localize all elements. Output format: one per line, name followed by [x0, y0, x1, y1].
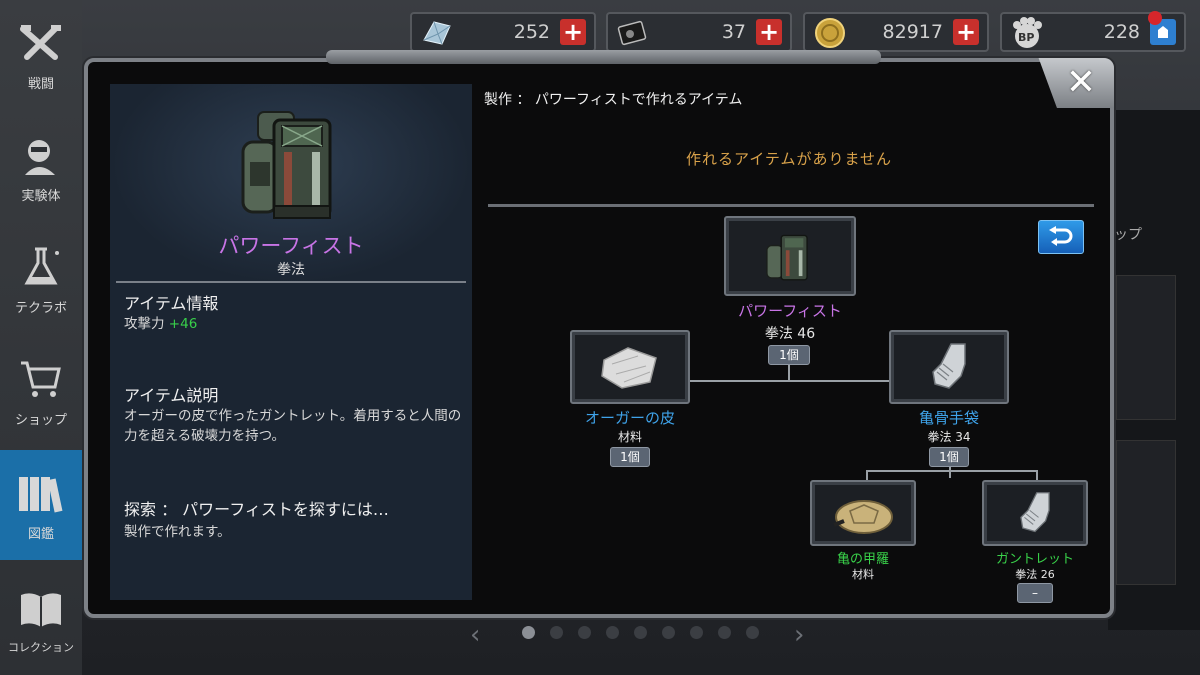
item-description-title: アイテム説明	[124, 386, 219, 405]
next-page-arrow[interactable]: ›	[794, 620, 804, 650]
currency-amount: 252	[513, 21, 550, 43]
currency-crystal: 252 +	[410, 12, 596, 52]
tree-node-ogre-hide[interactable]	[570, 330, 690, 404]
item-description: オーガーの皮で作ったガントレット。着用すると人間の力を超える破壊力を持つ。	[124, 408, 462, 444]
item-info-title: アイテム情報	[124, 294, 219, 313]
crossed-guns-icon	[17, 19, 65, 67]
tree-node-turtle-shell[interactable]	[810, 480, 916, 546]
prev-page-arrow[interactable]: ‹	[470, 620, 480, 650]
page-dot[interactable]	[662, 626, 675, 639]
tree-connector	[689, 380, 889, 382]
tree-node-sub: 拳法 34	[927, 430, 971, 444]
detail-divider	[116, 281, 466, 283]
craft-divider	[488, 204, 1094, 207]
tree-node-sub: 拳法 46	[764, 326, 816, 342]
nav-label: 戦闘	[27, 76, 54, 92]
add-card-button[interactable]: +	[756, 19, 782, 45]
tree-node-turtle-glove[interactable]	[889, 330, 1009, 404]
tree-connector	[866, 470, 1036, 472]
quantity-badge: 1個	[610, 447, 650, 467]
crystal-icon	[420, 16, 454, 50]
nav-label: ショップ	[14, 412, 67, 428]
currency-amount: 228	[1103, 21, 1140, 43]
tree-node-name: ガントレット	[995, 552, 1074, 567]
books-icon	[17, 469, 65, 517]
quantity-badge: –	[1017, 583, 1053, 603]
nav-label: 実験体	[21, 188, 61, 204]
silver-gauntlet-icon	[932, 343, 966, 389]
modal-handle	[326, 50, 881, 64]
power-fist-icon	[766, 234, 808, 281]
item-detail-modal: ✕ パワーフィスト 拳法 アイテム情報 攻撃力 +46 アイテム説明 オーガーの…	[84, 50, 1114, 618]
side-navigation: 戦闘 実験体 テクラボ ショップ 図鑑 コレクション	[0, 0, 82, 675]
nav-label: テクラボ	[14, 300, 67, 316]
search-text: 製作で作れます。	[124, 524, 231, 540]
stat-value: +46	[168, 316, 198, 332]
power-fist-icon	[228, 102, 358, 231]
background-slot	[1116, 440, 1176, 585]
bp-paw-icon: BP	[1010, 16, 1044, 50]
tree-node-sub: 材料	[617, 430, 642, 444]
nav-item-techlab[interactable]: テクラボ	[0, 224, 82, 334]
card-icon	[616, 16, 650, 50]
nav-item-shop[interactable]: ショップ	[0, 336, 82, 446]
currency-amount: 82917	[882, 21, 943, 43]
silver-gauntlet-icon	[1020, 492, 1050, 533]
quantity-badge: 1個	[929, 447, 969, 467]
close-button[interactable]: ✕	[1038, 58, 1114, 108]
background-side-text: ップ	[1114, 227, 1142, 243]
item-detail-panel: パワーフィスト 拳法 アイテム情報 攻撃力 +46 アイテム説明 オーガーの皮で…	[110, 84, 472, 600]
tree-node-sub: 拳法 26	[1015, 568, 1055, 581]
tree-node-name: 亀の甲羅	[836, 552, 889, 567]
svg-text:BP: BP	[1018, 31, 1034, 44]
page-dot[interactable]	[522, 626, 535, 639]
page-dot[interactable]	[634, 626, 647, 639]
page-dot[interactable]	[606, 626, 619, 639]
add-crystal-button[interactable]: +	[560, 19, 586, 45]
item-stat: 攻撃力 +46	[124, 314, 464, 334]
background-slot	[1116, 275, 1176, 420]
search-title: 探索 ： パワーフィストを探すには…	[124, 500, 389, 519]
tree-node-name: オーガーの皮	[584, 409, 675, 427]
open-book-icon	[17, 585, 65, 633]
add-gold-button[interactable]: +	[953, 19, 979, 45]
character-head-icon	[17, 131, 65, 179]
no-craftable-items-message: 作れるアイテムがありません	[685, 150, 893, 168]
tree-node-power-fist[interactable]	[724, 216, 856, 296]
background-right-panel: ップ	[1108, 110, 1200, 630]
item-type: 拳法	[277, 262, 305, 278]
currency-gold: 82917 +	[803, 12, 989, 52]
craft-section-label: 製作 ： パワーフィストで作れるアイテム	[484, 92, 743, 108]
stat-label: 攻撃力	[124, 316, 165, 332]
tree-node-gauntlet[interactable]	[982, 480, 1088, 546]
flask-icon	[17, 243, 65, 291]
return-arrow-icon	[1049, 226, 1073, 246]
tree-node-sub: 材料	[852, 568, 874, 581]
page-dot[interactable]	[718, 626, 731, 639]
currency-amount: 37	[721, 21, 746, 43]
back-button[interactable]	[1038, 220, 1084, 254]
nav-item-collection[interactable]: コレクション	[0, 565, 82, 675]
nav-item-subjects[interactable]: 実験体	[0, 112, 82, 222]
cart-icon	[17, 355, 65, 403]
currency-bp: BP 228	[1000, 11, 1186, 52]
tree-node-name: 亀骨手袋	[918, 409, 979, 427]
currency-card: 37 +	[606, 12, 792, 52]
page-dot[interactable]	[550, 626, 563, 639]
nav-item-battle[interactable]: 戦闘	[0, 0, 82, 110]
coin-icon	[813, 16, 847, 50]
notification-dot	[1148, 11, 1162, 25]
close-icon: ✕	[1065, 62, 1096, 103]
quantity-badge: 1個	[768, 345, 810, 365]
nav-label: コレクション	[8, 641, 74, 654]
ogre-hide-icon	[601, 347, 657, 389]
tree-node-name: パワーフィスト	[738, 302, 842, 320]
page-dot[interactable]	[690, 626, 703, 639]
page-dot[interactable]	[746, 626, 759, 639]
page-dot[interactable]	[578, 626, 591, 639]
item-name: パワーフィスト	[218, 234, 364, 258]
nav-label: 図鑑	[27, 526, 54, 542]
turtle-shell-icon	[833, 500, 893, 534]
nav-item-encyclopedia[interactable]: 図鑑	[0, 450, 82, 560]
